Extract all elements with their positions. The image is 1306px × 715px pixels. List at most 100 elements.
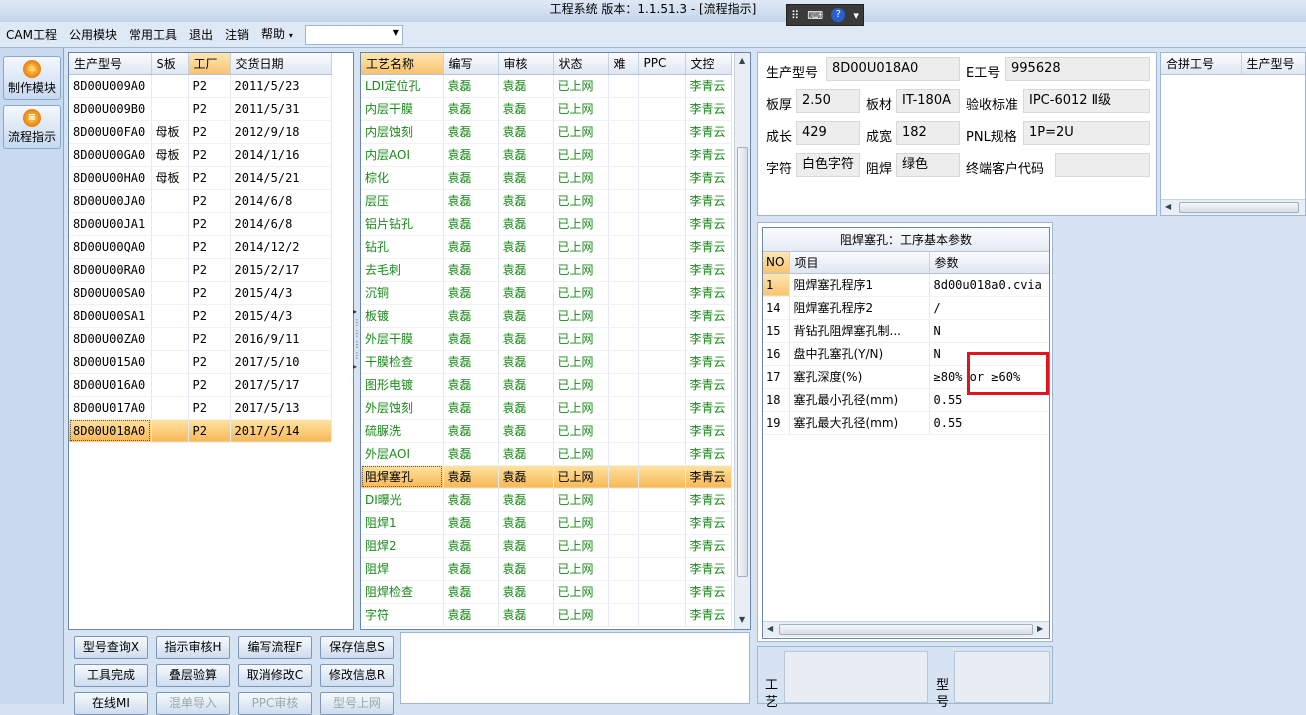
- scrollbar-thumb[interactable]: [1179, 202, 1299, 213]
- menu-tools[interactable]: 常用工具: [123, 22, 183, 48]
- action-button[interactable]: 编写流程F: [238, 636, 312, 659]
- table-row[interactable]: 阻焊2 袁磊 袁磊 已上网 李青云: [361, 534, 732, 558]
- table-row[interactable]: 外层干膜 袁磊 袁磊 已上网 李青云: [361, 327, 732, 351]
- table-row[interactable]: 8D00U009B0 P2 2011/5/31: [69, 97, 332, 121]
- table-row[interactable]: 沉铜 袁磊 袁磊 已上网 李青云: [361, 281, 732, 305]
- merge-col-header[interactable]: 生产型号: [1241, 53, 1305, 75]
- table-row[interactable]: 阻焊塞孔 袁磊 袁磊 已上网 李青云: [361, 465, 732, 489]
- menu-logout[interactable]: 注销: [219, 22, 255, 48]
- table-row[interactable]: 8D00U018A0 P2 2017/5/14: [69, 419, 332, 443]
- table-row[interactable]: 8D00U017A0 P2 2017/5/13: [69, 396, 332, 420]
- action-button[interactable]: 叠层验算: [156, 664, 230, 687]
- action-button[interactable]: 指示审核H: [156, 636, 230, 659]
- menu-cam[interactable]: CAM工程: [0, 22, 63, 48]
- length-field[interactable]: 429: [796, 121, 860, 145]
- merge-col-header[interactable]: 合拼工号: [1161, 53, 1242, 75]
- scroll-left-icon[interactable]: ◀: [1165, 202, 1171, 211]
- menu-help[interactable]: 帮助 ▾: [255, 21, 299, 49]
- customer-code-field[interactable]: [1055, 153, 1150, 177]
- action-button[interactable]: 工具完成: [74, 664, 148, 687]
- menu-exit[interactable]: 退出: [183, 22, 219, 48]
- table-row[interactable]: 8D00U009A0 P2 2011/5/23: [69, 74, 332, 98]
- table-row[interactable]: 外层蚀刻 袁磊 袁磊 已上网 李青云: [361, 396, 732, 420]
- action-button[interactable]: 修改信息R: [320, 664, 394, 687]
- table-row[interactable]: 去毛刺 袁磊 袁磊 已上网 李青云: [361, 258, 732, 282]
- table-row[interactable]: 14 阻焊塞孔程序2/: [763, 296, 1049, 320]
- table-row[interactable]: 棕化 袁磊 袁磊 已上网 李青云: [361, 166, 732, 190]
- column-header[interactable]: 审核: [498, 53, 554, 75]
- scroll-up-icon[interactable]: ▲: [739, 56, 745, 65]
- table-row[interactable]: 阻焊1 袁磊 袁磊 已上网 李青云: [361, 511, 732, 535]
- table-row[interactable]: 8D00U00SA0 P2 2015/4/3: [69, 281, 332, 305]
- action-button[interactable]: 型号查询X: [74, 636, 148, 659]
- scrollbar-thumb[interactable]: [779, 624, 1033, 635]
- column-header[interactable]: 工艺名称: [361, 53, 444, 75]
- table-row[interactable]: 1 阻焊塞孔程序1 8d00u018a0.cvia: [763, 273, 1049, 297]
- table-row[interactable]: 8D00U016A0 P2 2017/5/17: [69, 373, 332, 397]
- module-button-flow[interactable]: ≡ 流程指示: [3, 105, 61, 149]
- table-row[interactable]: 8D00U00JA1 P2 2014/6/8: [69, 212, 332, 236]
- table-row[interactable]: 8D00U00QA0 P2 2014/12/2: [69, 235, 332, 259]
- material-field[interactable]: IT-180A: [896, 89, 960, 113]
- model-field[interactable]: 8D00U018A0: [826, 57, 960, 81]
- model-note-box[interactable]: [954, 651, 1050, 703]
- table-row[interactable]: 干膜检查 袁磊 袁磊 已上网 李青云: [361, 350, 732, 374]
- column-header[interactable]: 文控: [685, 53, 732, 75]
- table-row[interactable]: 15 背钻孔阻焊塞孔制... N: [763, 319, 1049, 343]
- table-row[interactable]: 8D00U00HA0 母板 P2 2014/5/21: [69, 166, 332, 190]
- table-row[interactable]: 内层干膜 袁磊 袁磊 已上网 李青云: [361, 97, 732, 121]
- char-field[interactable]: 白色字符: [796, 153, 860, 177]
- column-header[interactable]: 状态: [553, 53, 609, 75]
- scroll-right-icon[interactable]: ▶: [1037, 624, 1043, 633]
- table-row[interactable]: 8D00U00RA0 P2 2015/2/17: [69, 258, 332, 282]
- pnl-field[interactable]: 1P=2U: [1023, 121, 1150, 145]
- action-button[interactable]: 取消修改C: [238, 664, 312, 687]
- table-row[interactable]: 图形电镀 袁磊 袁磊 已上网 李青云: [361, 373, 732, 397]
- table-row[interactable]: 8D00U00FA0 母板 P2 2012/9/18: [69, 120, 332, 144]
- column-header[interactable]: 难: [608, 53, 639, 75]
- table-row[interactable]: 8D00U015A0 P2 2017/5/10: [69, 350, 332, 374]
- action-button[interactable]: 保存信息S: [320, 636, 394, 659]
- scroll-down-icon[interactable]: ▼: [739, 615, 745, 624]
- column-header[interactable]: 交货日期: [230, 53, 332, 75]
- table-row[interactable]: 阻焊检查 袁磊 袁磊 已上网 李青云: [361, 580, 732, 604]
- table-row[interactable]: 19 塞孔最大孔径(mm) 0.55: [763, 411, 1049, 435]
- table-row[interactable]: 8D00U00ZA0 P2 2016/9/11: [69, 327, 332, 351]
- table-row[interactable]: 钻孔 袁磊 袁磊 已上网 李青云: [361, 235, 732, 259]
- column-header[interactable]: 编写: [443, 53, 499, 75]
- table-row[interactable]: 硫脲洗 袁磊 袁磊 已上网 李青云: [361, 419, 732, 443]
- help-icon[interactable]: ?: [831, 8, 846, 22]
- standard-field[interactable]: IPC-6012 Ⅱ级: [1023, 89, 1150, 113]
- table-row[interactable]: 8D00U00GA0 母板 P2 2014/1/16: [69, 143, 332, 167]
- table-row[interactable]: DI曝光 袁磊 袁磊 已上网 李青云: [361, 488, 732, 512]
- column-header[interactable]: 生产型号: [69, 53, 152, 75]
- process-note-box[interactable]: [784, 651, 928, 703]
- column-header[interactable]: NO: [763, 252, 790, 274]
- table-row[interactable]: 字符 袁磊 袁磊 已上网 李青云: [361, 603, 732, 627]
- table-row[interactable]: 层压 袁磊 袁磊 已上网 李青云: [361, 189, 732, 213]
- table-row[interactable]: 阻焊 袁磊 袁磊 已上网 李青云: [361, 557, 732, 581]
- table-row[interactable]: 内层蚀刻 袁磊 袁磊 已上网 李青云: [361, 120, 732, 144]
- column-header[interactable]: 工厂: [188, 53, 231, 75]
- e-number-field[interactable]: 995628: [1005, 57, 1150, 81]
- width-field[interactable]: 182: [896, 121, 960, 145]
- mask-field[interactable]: 绿色: [896, 153, 960, 177]
- table-row[interactable]: 外层AOI 袁磊 袁磊 已上网 李青云: [361, 442, 732, 466]
- module-button-make[interactable]: ♨ 制作模块: [3, 56, 61, 100]
- column-header[interactable]: 项目: [789, 252, 930, 274]
- column-header[interactable]: S板: [151, 53, 189, 75]
- chevron-down-icon[interactable]: ▼: [393, 28, 399, 37]
- table-row[interactable]: 8D00U00SA1 P2 2015/4/3: [69, 304, 332, 328]
- menu-combo[interactable]: ▼: [304, 24, 403, 45]
- menu-public[interactable]: 公用模块: [63, 22, 123, 48]
- table-row[interactable]: 铝片钻孔 袁磊 袁磊 已上网 李青云: [361, 212, 732, 236]
- keyboard-icon[interactable]: ⌨: [807, 9, 823, 22]
- column-header[interactable]: PPC: [638, 53, 686, 75]
- table-row[interactable]: LDI定位孔 袁磊 袁磊 已上网 李青云: [361, 74, 732, 98]
- process-scrollbar[interactable]: ▲ ▼: [734, 53, 750, 629]
- column-header[interactable]: 参数: [929, 252, 1049, 274]
- scrollbar-thumb[interactable]: [737, 147, 748, 577]
- table-row[interactable]: 内层AOI 袁磊 袁磊 已上网 李青云: [361, 143, 732, 167]
- merge-hscrollbar[interactable]: ◀: [1161, 199, 1305, 215]
- table-row[interactable]: 8D00U00JA0 P2 2014/6/8: [69, 189, 332, 213]
